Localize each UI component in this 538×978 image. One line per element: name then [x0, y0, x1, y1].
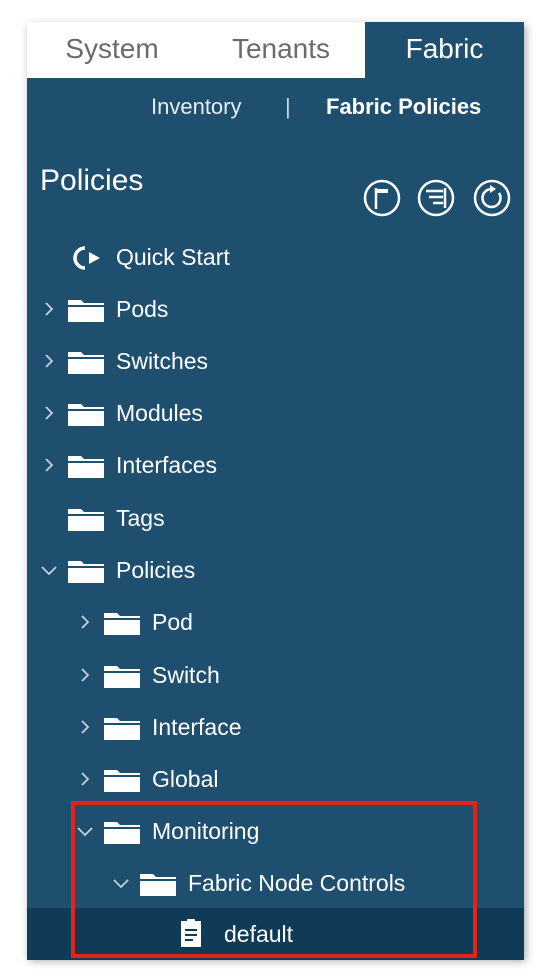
document-icon — [181, 919, 201, 947]
tree-item-modules[interactable]: Modules — [27, 387, 524, 439]
chevron-right-icon[interactable] — [42, 453, 56, 477]
folder-icon — [104, 822, 140, 844]
tab-tenants[interactable]: Tenants — [197, 22, 365, 78]
tree-label: Quick Start — [116, 244, 230, 270]
panel-title: Policies — [40, 164, 144, 197]
tree-item-pods[interactable]: Pods — [27, 283, 524, 335]
tree-item-monitoring[interactable]: Monitoring — [27, 805, 524, 857]
folder-icon — [68, 352, 104, 374]
refresh-icon[interactable] — [472, 178, 512, 218]
tree-item-fabric-node-controls[interactable]: Fabric Node Controls — [27, 857, 524, 909]
chevron-right-icon[interactable] — [42, 297, 56, 321]
tree-label: Switches — [116, 348, 209, 374]
folder-icon — [68, 456, 104, 478]
folder-icon — [68, 404, 104, 426]
quick-start-icon — [73, 246, 100, 270]
tab-system[interactable]: System — [27, 22, 197, 78]
tree-item-switch[interactable]: Switch — [27, 649, 524, 701]
chevron-right-icon[interactable] — [78, 663, 92, 687]
subnav-fabric-policies[interactable]: Fabric Policies — [326, 94, 481, 120]
tree-item-switches[interactable]: Switches — [27, 335, 524, 387]
folder-icon — [104, 613, 140, 635]
chevron-right-icon[interactable] — [42, 349, 56, 373]
subnav-separator: | — [285, 94, 291, 119]
flag-icon[interactable] — [362, 178, 402, 218]
subnav-inventory[interactable]: Inventory — [151, 94, 242, 120]
tree-item-pod[interactable]: Pod — [27, 596, 524, 648]
tree-label: Interfaces — [116, 452, 217, 478]
tree-item-tags[interactable]: Tags — [27, 492, 524, 544]
top-tabs: System Tenants Fabric — [27, 22, 524, 78]
tree-label: default — [224, 921, 294, 947]
chevron-right-icon[interactable] — [78, 767, 92, 791]
folder-icon — [104, 666, 140, 688]
chevron-right-icon[interactable] — [78, 610, 92, 634]
folder-icon — [68, 300, 104, 322]
tree-item-policies[interactable]: Policies — [27, 544, 524, 596]
chevron-right-icon[interactable] — [78, 715, 92, 739]
folder-icon — [104, 718, 140, 740]
tree-label: Pods — [116, 296, 169, 322]
chevron-right-icon[interactable] — [42, 401, 56, 425]
chevron-down-icon[interactable] — [74, 819, 96, 843]
folder-icon — [140, 874, 176, 896]
tree-label: Switch — [152, 662, 220, 688]
tree-item-quick-start[interactable]: Quick Start — [27, 231, 524, 283]
tab-fabric[interactable]: Fabric — [365, 22, 524, 78]
tree-item-global[interactable]: Global — [27, 753, 524, 805]
tree-item-interfaces[interactable]: Interfaces — [27, 439, 524, 491]
tree-label: Fabric Node Controls — [188, 870, 406, 896]
folder-icon — [68, 561, 104, 583]
folder-icon — [68, 509, 104, 531]
tree-label: Modules — [116, 400, 203, 426]
tree-item-default[interactable]: default — [27, 908, 524, 960]
sub-navigation: Inventory | Fabric Policies — [27, 78, 524, 132]
tree-label: Policies — [116, 557, 196, 583]
chevron-down-icon[interactable] — [38, 558, 60, 582]
tree-label: Monitoring — [152, 818, 260, 844]
tree-item-interface[interactable]: Interface — [27, 701, 524, 753]
tree-label: Interface — [152, 714, 242, 740]
tree-label: Pod — [152, 609, 193, 635]
tree-label: Tags — [116, 505, 165, 531]
list-icon[interactable] — [416, 178, 456, 218]
tree-label: Global — [152, 766, 219, 792]
chevron-down-icon[interactable] — [110, 871, 132, 895]
folder-icon — [104, 770, 140, 792]
navigation-panel: System Tenants Fabric Inventory | Fabric… — [27, 22, 524, 960]
